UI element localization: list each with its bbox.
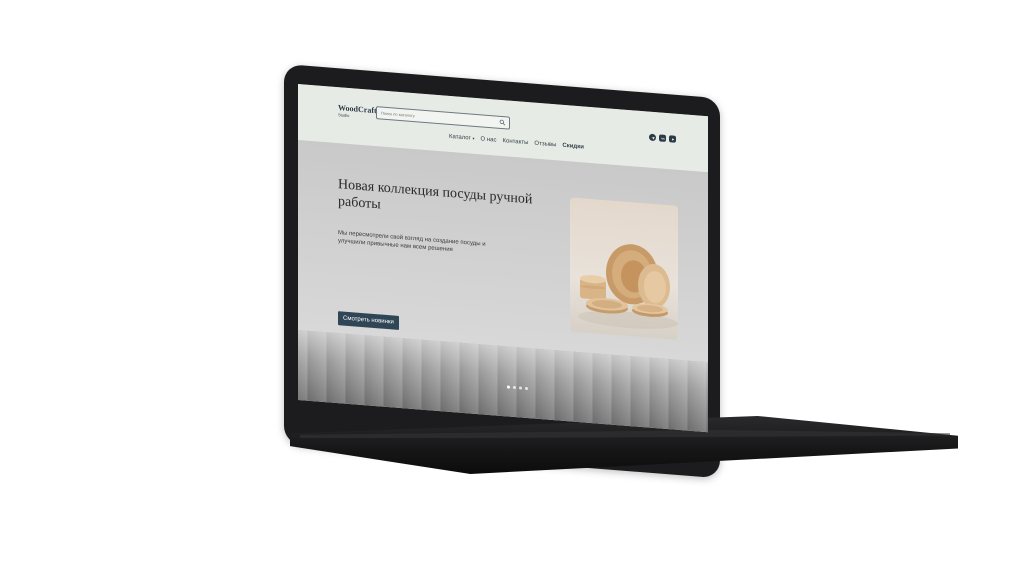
- nav-item-about[interactable]: О нас: [481, 136, 497, 143]
- search-input[interactable]: [381, 110, 491, 125]
- chevron-down-icon: ▾: [472, 135, 475, 141]
- wooden-dishes-illustration: [578, 244, 678, 329]
- social-links: [649, 133, 676, 143]
- slider-dot[interactable]: [519, 386, 522, 390]
- slider-dot[interactable]: [513, 385, 516, 390]
- telegram-icon[interactable]: [649, 133, 656, 142]
- youtube-icon[interactable]: [669, 135, 676, 143]
- vk-icon[interactable]: [659, 134, 666, 142]
- view-new-button[interactable]: Смотреть новинки: [338, 311, 399, 330]
- main-nav: Каталог ▾ О нас Контакты Отзывы Скидки: [449, 134, 584, 151]
- nav-item-sale[interactable]: Скидки: [562, 143, 584, 151]
- hero-description: Мы пересмотрели свой взгляд на создание …: [338, 230, 486, 254]
- search-box[interactable]: [376, 106, 510, 130]
- slider-dot[interactable]: [525, 386, 528, 391]
- slider-dot[interactable]: [507, 385, 510, 389]
- nav-item-reviews[interactable]: Отзывы: [534, 141, 556, 149]
- hero-title: Новая коллекция посуды ручной работы: [338, 177, 533, 213]
- laptop-scene: WoodCraft Studio Каталог ▾ О нас Контакт…: [0, 0, 1034, 582]
- brand-logo[interactable]: WoodCraft Studio: [338, 103, 377, 120]
- nav-item-contacts[interactable]: Контакты: [502, 138, 528, 146]
- laptop-screen: WoodCraft Studio Каталог ▾ О нас Контакт…: [298, 84, 708, 433]
- product-image: [570, 197, 678, 340]
- nav-item-catalog[interactable]: Каталог ▾: [449, 134, 475, 142]
- search-icon[interactable]: [499, 119, 506, 127]
- nav-catalog-label: Каталог: [449, 133, 471, 142]
- hero-banner: Новая коллекция посуды ручной работы Мы …: [298, 140, 708, 363]
